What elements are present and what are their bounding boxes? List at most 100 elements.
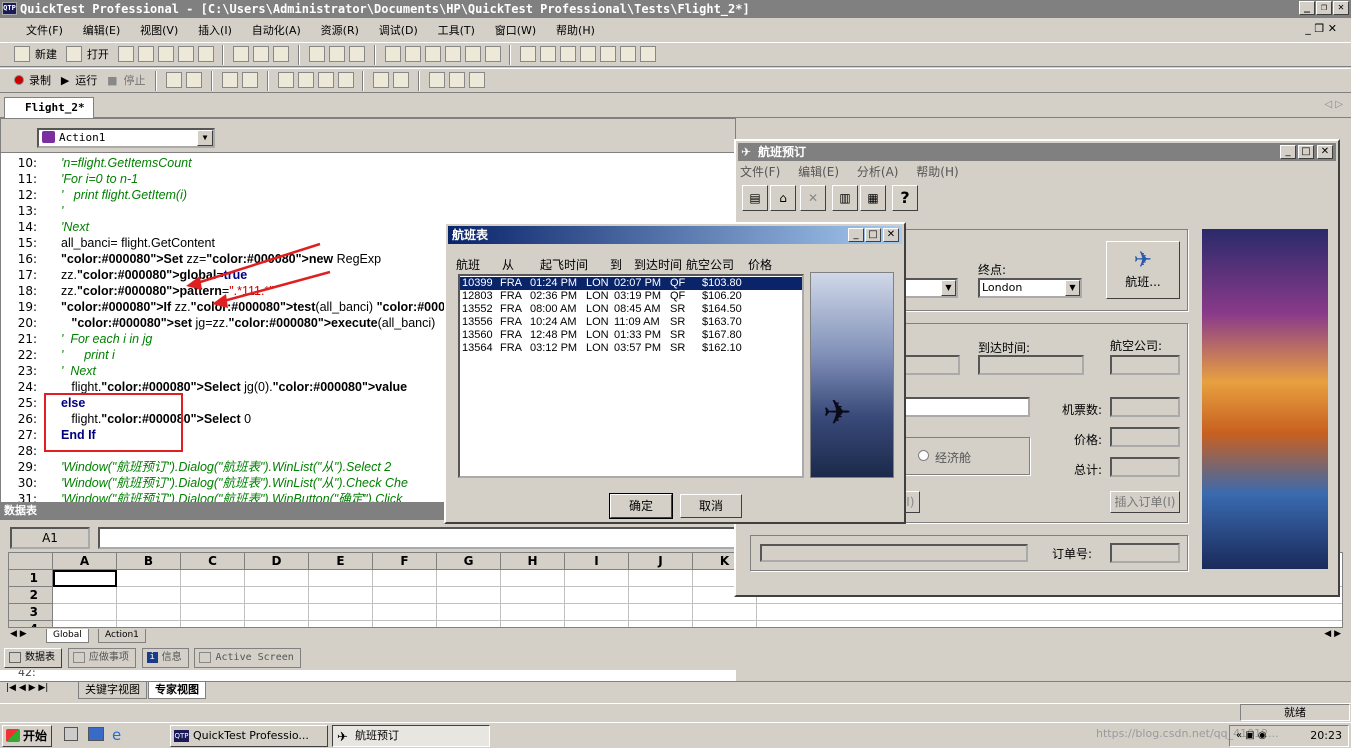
- chevron-down-icon[interactable]: ▼: [1065, 280, 1080, 296]
- cut-icon[interactable]: [233, 46, 250, 62]
- code-line[interactable]: ' For each i in jg: [61, 331, 152, 347]
- results-icon[interactable]: [393, 72, 410, 88]
- close-button[interactable]: ✕: [1317, 145, 1333, 159]
- quicklaunch-ie-icon[interactable]: e: [112, 726, 121, 744]
- flights-button[interactable]: ✈ 航班...: [1106, 241, 1180, 299]
- dest-select[interactable]: London ▼: [978, 278, 1082, 298]
- order-number-field[interactable]: [1110, 543, 1180, 563]
- code-line[interactable]: ' print flight.GetItem(i): [61, 187, 187, 203]
- tab-flight-2[interactable]: Flight_2*: [4, 97, 94, 118]
- tab-info[interactable]: i 信息: [141, 648, 189, 668]
- column-header[interactable]: C: [181, 553, 245, 570]
- action-select[interactable]: Action1 ▼: [37, 128, 215, 148]
- analog-icon[interactable]: [166, 72, 183, 88]
- record-button[interactable]: 录制: [26, 71, 54, 91]
- column-header[interactable]: F: [373, 553, 437, 570]
- code-line[interactable]: 'For i=0 to n-1: [61, 171, 138, 187]
- airline-field[interactable]: [1110, 355, 1180, 375]
- open-order-icon[interactable]: ⌂: [770, 185, 796, 211]
- menu-view[interactable]: 视图(V): [132, 19, 186, 38]
- object-repo-icon[interactable]: [328, 46, 345, 62]
- indent-icon[interactable]: [520, 46, 537, 62]
- edit-icon[interactable]: [308, 46, 325, 62]
- step-over-icon[interactable]: [297, 72, 314, 88]
- new-order-icon[interactable]: ▤: [742, 185, 768, 211]
- run-button[interactable]: 运行: [72, 71, 100, 91]
- mdi-controls[interactable]: _ ❐ ✕: [1297, 19, 1345, 35]
- menu-automation[interactable]: 自动化(A): [244, 19, 309, 38]
- code-line[interactable]: ' print i: [61, 347, 115, 363]
- code-line[interactable]: 'Window("航班预订").Dialog("航班表").WinList("从…: [61, 475, 408, 491]
- row-header[interactable]: 3: [9, 604, 53, 621]
- redo-icon[interactable]: [404, 46, 421, 62]
- tray-icons[interactable]: « ▣ ◉: [1236, 726, 1267, 746]
- chart-icon[interactable]: ▥: [832, 185, 858, 211]
- object-spy-icon[interactable]: [540, 46, 557, 62]
- menu-debug[interactable]: 调试(D): [371, 19, 426, 38]
- menu-edit[interactable]: 编辑(E): [75, 19, 129, 38]
- close-button[interactable]: ✕: [1333, 1, 1349, 15]
- grid-corner[interactable]: [9, 553, 53, 570]
- list-item[interactable]: 12803 FRA 02:36 PM LON 03:19 PM QF $106.20: [460, 290, 802, 303]
- column-header[interactable]: B: [117, 553, 181, 570]
- code-line[interactable]: 'Window("航班预订").Dialog("航班表").WinList("从…: [61, 459, 391, 475]
- formula-bar[interactable]: [98, 527, 738, 549]
- row-header[interactable]: 4: [9, 621, 53, 627]
- find-icon[interactable]: [424, 46, 441, 62]
- menu-resources[interactable]: 资源(R): [313, 19, 367, 38]
- list-item[interactable]: 10399 FRA 01:24 PM LON 02:07 PM QF $103.80: [460, 277, 802, 290]
- list-item[interactable]: 13560 FRA 12:48 PM LON 01:33 PM SR $167.80: [460, 329, 802, 342]
- code-line[interactable]: ' Next: [61, 363, 96, 379]
- print-icon[interactable]: [157, 46, 174, 62]
- column-header[interactable]: G: [437, 553, 501, 570]
- task-quicktest[interactable]: QTP QuickTest Professio...: [170, 725, 328, 747]
- column-header[interactable]: H: [501, 553, 565, 570]
- copy-icon[interactable]: [253, 46, 270, 62]
- cell-reference[interactable]: A1: [10, 527, 90, 549]
- booking-menu-analysis[interactable]: 分析(A): [857, 165, 899, 179]
- data-table-icon[interactable]: [428, 72, 445, 88]
- replace-icon[interactable]: [444, 46, 461, 62]
- column-header[interactable]: J: [629, 553, 693, 570]
- tab-keyword-view[interactable]: 关键字视图: [78, 682, 147, 699]
- booking-menu-file[interactable]: 文件(F): [740, 165, 780, 179]
- price-field[interactable]: [1110, 427, 1180, 447]
- view-nav-arrows[interactable]: |◀ ◀ ▶ ▶|: [6, 683, 48, 693]
- save-icon[interactable]: [117, 46, 134, 62]
- sheet-nav-arrows[interactable]: ◀ ▶: [10, 629, 27, 639]
- output-icon[interactable]: [241, 72, 258, 88]
- h-scroll-arrows[interactable]: ◀ ▶: [1324, 629, 1341, 639]
- menu-insert[interactable]: 插入(I): [190, 19, 240, 38]
- breakpoint-icon[interactable]: [337, 72, 354, 88]
- quicklaunch-server-icon[interactable]: [64, 727, 78, 741]
- economy-radio[interactable]: [918, 450, 929, 461]
- debug-icon[interactable]: [373, 72, 390, 88]
- sheet-tab-action1[interactable]: Action1: [98, 629, 146, 643]
- booking-menu-help[interactable]: 帮助(H): [916, 165, 958, 179]
- low-level-icon[interactable]: [186, 72, 203, 88]
- window-icon[interactable]: [600, 46, 617, 62]
- maximize-button[interactable]: □: [1298, 145, 1314, 159]
- minimize-button[interactable]: _: [1280, 145, 1296, 159]
- menu-help[interactable]: 帮助(H): [548, 19, 603, 38]
- selected-cell[interactable]: [53, 570, 117, 587]
- undo-icon[interactable]: [384, 46, 401, 62]
- code-line[interactable]: ': [61, 203, 63, 219]
- ok-button[interactable]: 确定: [609, 493, 673, 519]
- name-field[interactable]: [896, 397, 1030, 417]
- start-button[interactable]: 开始: [2, 725, 52, 747]
- tab-data-table[interactable]: 数据表: [4, 648, 62, 668]
- options-icon[interactable]: [640, 46, 657, 62]
- stop-icon[interactable]: ■: [104, 71, 120, 91]
- row-header[interactable]: 2: [9, 587, 53, 604]
- resources-icon[interactable]: [197, 46, 214, 62]
- total-field[interactable]: [1110, 457, 1180, 477]
- list-item[interactable]: 13552 FRA 08:00 AM LON 08:45 AM SR $164.50: [460, 303, 802, 316]
- tab-scroll-arrows[interactable]: ◁ ▷: [1324, 99, 1343, 110]
- column-header[interactable]: A: [53, 553, 117, 570]
- new-button[interactable]: 新建: [32, 45, 60, 65]
- open-icon[interactable]: [65, 46, 82, 62]
- sheet-tab-global[interactable]: Global: [46, 629, 89, 643]
- grid-icon[interactable]: [580, 46, 597, 62]
- quicklaunch-desktop-icon[interactable]: [88, 727, 104, 741]
